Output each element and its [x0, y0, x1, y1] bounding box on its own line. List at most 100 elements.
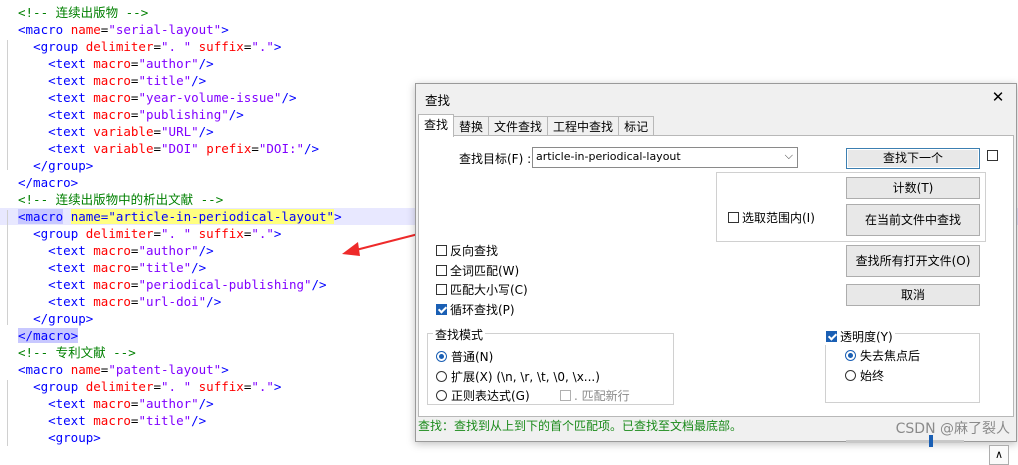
option-label: 全词匹配(W): [450, 264, 520, 278]
find-in-all-open-files-button[interactable]: 查找所有打开文件(O): [846, 245, 980, 277]
code-token: />: [281, 90, 297, 105]
fold-guide: [7, 210, 8, 325]
checkbox-checked-icon: [826, 331, 837, 342]
find-in-current-file-button[interactable]: 在当前文件中查找: [846, 204, 980, 236]
count-button[interactable]: 计数(T): [846, 177, 980, 199]
code-token: suffix: [198, 226, 244, 241]
code-token: ".": [251, 226, 274, 241]
code-token: "periodical-publishing": [138, 277, 312, 292]
tab-replace[interactable]: 替换: [453, 116, 490, 137]
code-token: "title": [138, 413, 192, 428]
code-token: />: [311, 277, 327, 292]
find-target-label: 查找目标(F) :: [459, 152, 532, 166]
find-next-extra-checkbox[interactable]: [987, 150, 1001, 161]
tab-find-in-project[interactable]: 工程中查找: [547, 116, 620, 137]
mode-extended-label: 扩展(X) (\n, \r, \t, \0, \x...): [451, 370, 600, 384]
status-text: 查找：查找到从上到下的首个匹配项。已查找至文档最底部。: [418, 419, 743, 433]
code-token: ".": [251, 379, 274, 394]
option-match-case-checkbox[interactable]: 匹配大小写(C): [436, 281, 528, 298]
tab-mark[interactable]: 标记: [618, 116, 655, 137]
code-token: />: [198, 396, 214, 411]
mode-extended-radio[interactable]: 扩展(X) (\n, \r, \t, \0, \x...): [436, 368, 600, 385]
code-token: =: [153, 124, 162, 139]
collapse-icon[interactable]: ∧: [989, 445, 1009, 465]
code-token: macro: [93, 413, 131, 428]
always-radio[interactable]: 始终: [845, 367, 884, 384]
code-token: name: [70, 22, 101, 37]
code-token: macro: [93, 56, 131, 71]
option-wrap-around-checkbox[interactable]: 循环查找(P): [436, 301, 515, 318]
code-token: variable: [93, 141, 154, 156]
code-line: <!-- 连续出版物 -->: [0, 4, 1018, 21]
in-selection-checkbox[interactable]: 选取范围内(I): [728, 209, 815, 226]
radio-icon: [436, 390, 447, 401]
code-token: =: [153, 141, 162, 156]
option-whole-word-checkbox[interactable]: 全词匹配(W): [436, 262, 519, 279]
code-token: </group>: [33, 311, 94, 326]
code-token: <text: [48, 73, 94, 88]
dot-matches-newline-checkbox[interactable]: . 匹配新行: [560, 387, 630, 404]
dot-newline-label: . 匹配新行: [574, 389, 630, 403]
find-dialog: 查找 ✕ 查找 替换 文件查找 工程中查找 标记 查找目标(F) : artic…: [415, 83, 1017, 465]
code-token: "url-doi": [138, 294, 207, 309]
checkbox-icon: [728, 212, 739, 223]
tab-find[interactable]: 查找: [418, 114, 455, 137]
code-token: >: [273, 39, 282, 54]
code-token: name="article-in-periodical-layout": [70, 209, 335, 224]
code-token: "URL": [161, 124, 199, 139]
cancel-button[interactable]: 取消: [846, 284, 980, 306]
in-selection-label: 选取范围内(I): [742, 211, 815, 225]
code-token: macro: [93, 90, 131, 105]
code-token: macro: [93, 260, 131, 275]
code-token: <group: [33, 39, 86, 54]
code-token: >: [273, 226, 282, 241]
code-token: name: [70, 362, 101, 377]
code-token: >: [221, 362, 229, 377]
dialog-title: 查找: [425, 93, 451, 108]
mode-regex-radio[interactable]: 正则表达式(G): [436, 387, 530, 404]
on-lose-focus-radio[interactable]: 失去焦点后: [845, 347, 920, 364]
tab-find-in-files[interactable]: 文件查找: [488, 116, 549, 137]
radio-selected-icon: [436, 351, 447, 362]
code-token: macro: [93, 277, 131, 292]
code-token: <group: [33, 226, 86, 241]
on-lose-focus-label: 失去焦点后: [860, 349, 921, 363]
transparency-slider[interactable]: [846, 440, 964, 443]
option-reverse-checkbox[interactable]: 反向查找: [436, 242, 498, 259]
code-token: "author": [138, 56, 199, 71]
code-token: />: [198, 243, 214, 258]
find-next-button[interactable]: 查找下一个: [846, 148, 980, 169]
code-token: <!-- 专利文献 -->: [18, 345, 136, 360]
code-token: delimiter: [85, 226, 154, 241]
radio-icon: [845, 370, 856, 381]
code-token: />: [191, 73, 207, 88]
chevron-down-icon[interactable]: ⌵: [785, 149, 793, 163]
code-token: >: [273, 379, 282, 394]
find-target-combo[interactable]: article-in-periodical-layout ⌵: [532, 147, 798, 168]
code-token: ".": [251, 39, 274, 54]
close-icon[interactable]: ✕: [986, 86, 1010, 108]
code-token: />: [198, 124, 214, 139]
code-line: <macro name="serial-layout">: [0, 21, 1018, 38]
code-token: ". ": [161, 39, 192, 54]
code-token: />: [191, 413, 207, 428]
code-token: <text: [48, 413, 94, 428]
code-token: macro: [93, 73, 131, 88]
code-token: <macro: [18, 362, 71, 377]
code-token: macro: [93, 294, 131, 309]
code-token: <text: [48, 396, 94, 411]
mode-normal-label: 普通(N): [451, 350, 494, 364]
code-token: <text: [48, 294, 94, 309]
code-token: "publishing": [138, 107, 229, 122]
mode-normal-radio[interactable]: 普通(N): [436, 348, 493, 365]
transparency-checkbox[interactable]: 透明度(Y): [824, 328, 895, 345]
code-line: <text macro="author"/>: [0, 55, 1018, 72]
checkbox-icon: [987, 150, 998, 161]
